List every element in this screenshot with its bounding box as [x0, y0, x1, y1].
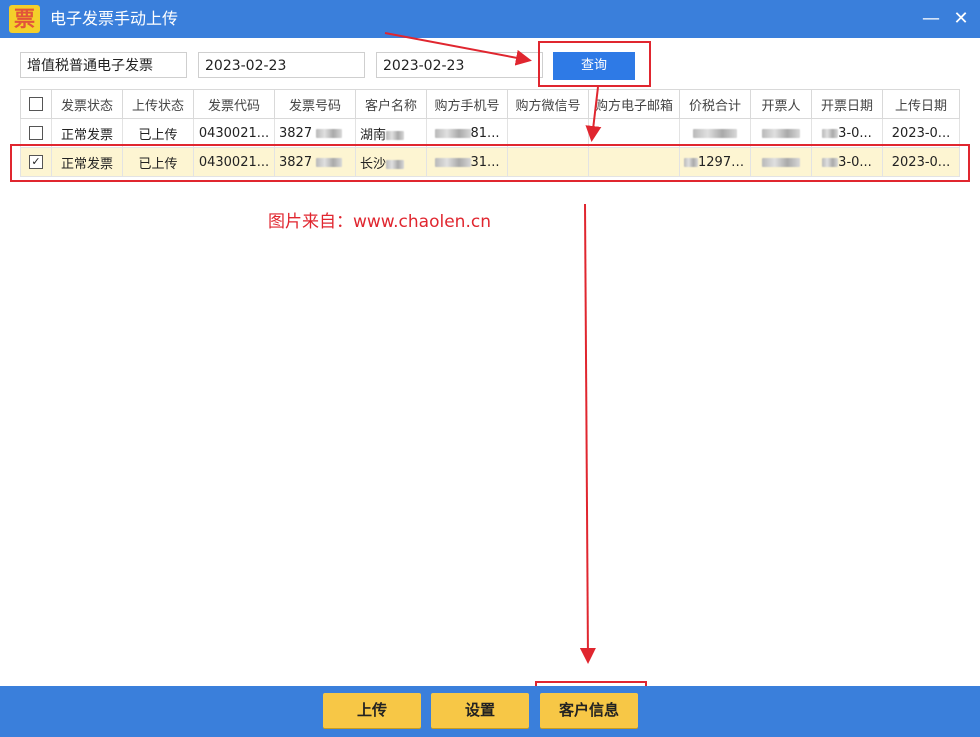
column-header[interactable]: 发票状态: [51, 89, 123, 119]
row-checkbox-checked[interactable]: ✓: [20, 147, 52, 177]
cell-buyer-email: [588, 118, 680, 148]
cell-buyer-phone: 31...: [426, 147, 508, 177]
column-header[interactable]: 价税合计: [679, 89, 751, 119]
cell-upload-status: 已上传: [122, 118, 194, 148]
table-row-selected[interactable]: ✓ 正常发票 已上传 0430021... 3827 长沙 31... 1297…: [20, 147, 960, 177]
settings-button[interactable]: 设置: [431, 693, 529, 728]
cell-issuer: [750, 147, 812, 177]
column-header[interactable]: 开票日期: [811, 89, 883, 119]
date-from-input[interactable]: 2023-02-23: [198, 52, 365, 78]
column-header[interactable]: 开票人: [750, 89, 812, 119]
invoice-app-icon: 票: [9, 5, 40, 33]
column-header[interactable]: 购方电子邮箱: [588, 89, 680, 119]
column-header[interactable]: 发票号码: [274, 89, 356, 119]
invoice-table: 发票状态 上传状态 发票代码 发票号码 客户名称 购方手机号 购方微信号 购方电…: [20, 89, 960, 177]
cell-issue-date: 3-0...: [811, 118, 883, 148]
column-header[interactable]: 上传状态: [122, 89, 194, 119]
table-header: 发票状态 上传状态 发票代码 发票号码 客户名称 购方手机号 购方微信号 购方电…: [20, 89, 960, 119]
customer-info-button[interactable]: 客户信息: [540, 693, 638, 728]
column-header[interactable]: 购方手机号: [426, 89, 508, 119]
cell-invoice-code: 0430021...: [193, 147, 275, 177]
column-header[interactable]: 购方微信号: [507, 89, 589, 119]
cell-invoice-status: 正常发票: [51, 147, 123, 177]
watermark-text: 图片来自：www.chaolen.cn: [268, 212, 491, 232]
table-row[interactable]: 正常发票 已上传 0430021... 3827 湖南 81... 3-0...…: [20, 118, 960, 148]
title-bar: 票 电子发票手动上传 — ✕: [0, 0, 980, 38]
minimize-button[interactable]: —: [916, 0, 946, 38]
cell-issuer: [750, 118, 812, 148]
cell-total-amount: 1297.20: [679, 147, 751, 177]
cell-buyer-wechat: [507, 118, 589, 148]
cell-buyer-phone: 81...: [426, 118, 508, 148]
cell-invoice-code: 0430021...: [193, 118, 275, 148]
query-button[interactable]: 查询: [553, 52, 635, 80]
column-header[interactable]: 上传日期: [882, 89, 960, 119]
cell-upload-date: 2023-0...: [882, 118, 960, 148]
cell-upload-date: 2023-0...: [882, 147, 960, 177]
cell-total-amount: [679, 118, 751, 148]
column-header[interactable]: 客户名称: [355, 89, 427, 119]
date-to-input[interactable]: 2023-02-23: [376, 52, 543, 78]
select-all-checkbox[interactable]: [20, 89, 52, 119]
row-checkbox[interactable]: [20, 118, 52, 148]
cell-customer-name: 长沙: [355, 147, 427, 177]
cell-upload-status: 已上传: [122, 147, 194, 177]
cell-buyer-email: [588, 147, 680, 177]
cell-customer-name: 湖南: [355, 118, 427, 148]
cell-invoice-number: 3827: [274, 118, 356, 148]
filter-row: 增值税普通电子发票 2023-02-23 2023-02-23: [0, 52, 980, 80]
close-button[interactable]: ✕: [946, 0, 976, 38]
cell-invoice-status: 正常发票: [51, 118, 123, 148]
cell-issue-date: 3-0...: [811, 147, 883, 177]
arrow-to-customer-info: [579, 203, 596, 664]
cell-invoice-number: 3827: [274, 147, 356, 177]
upload-button[interactable]: 上传: [323, 693, 421, 728]
invoice-type-select[interactable]: 增值税普通电子发票: [20, 52, 187, 78]
column-header[interactable]: 发票代码: [193, 89, 275, 119]
cell-buyer-wechat: [507, 147, 589, 177]
window-title: 电子发票手动上传: [50, 9, 179, 28]
